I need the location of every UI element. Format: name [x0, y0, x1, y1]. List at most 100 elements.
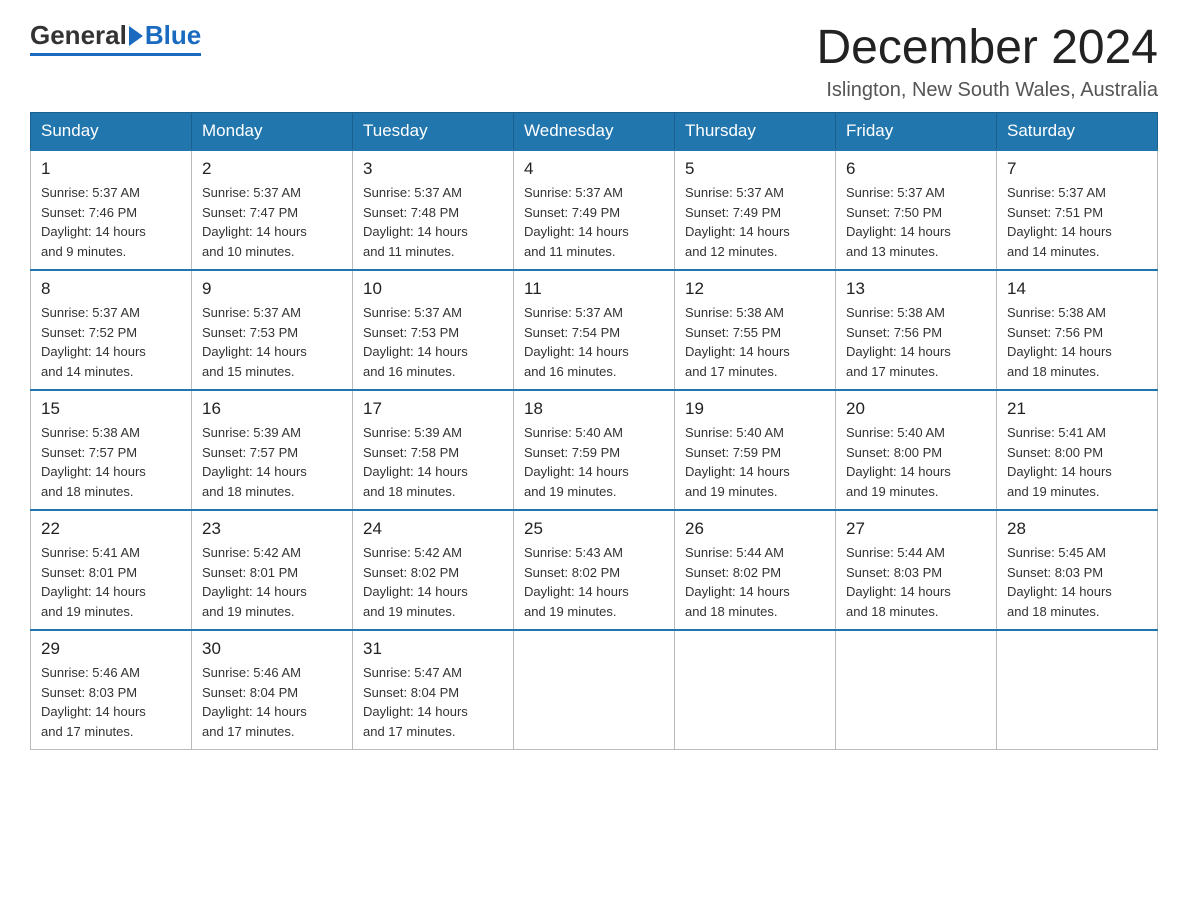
calendar-cell: 23 Sunrise: 5:42 AM Sunset: 8:01 PM Dayl… [192, 510, 353, 630]
day-number: 18 [524, 399, 664, 419]
calendar-cell: 3 Sunrise: 5:37 AM Sunset: 7:48 PM Dayli… [353, 150, 514, 270]
day-number: 29 [41, 639, 181, 659]
day-info: Sunrise: 5:37 AM Sunset: 7:46 PM Dayligh… [41, 183, 181, 261]
day-info: Sunrise: 5:42 AM Sunset: 8:01 PM Dayligh… [202, 543, 342, 621]
day-info: Sunrise: 5:38 AM Sunset: 7:57 PM Dayligh… [41, 423, 181, 501]
calendar-cell: 10 Sunrise: 5:37 AM Sunset: 7:53 PM Dayl… [353, 270, 514, 390]
day-info: Sunrise: 5:37 AM Sunset: 7:51 PM Dayligh… [1007, 183, 1147, 261]
calendar-cell: 14 Sunrise: 5:38 AM Sunset: 7:56 PM Dayl… [997, 270, 1158, 390]
day-info: Sunrise: 5:45 AM Sunset: 8:03 PM Dayligh… [1007, 543, 1147, 621]
day-number: 31 [363, 639, 503, 659]
day-info: Sunrise: 5:40 AM Sunset: 7:59 PM Dayligh… [685, 423, 825, 501]
calendar-cell: 2 Sunrise: 5:37 AM Sunset: 7:47 PM Dayli… [192, 150, 353, 270]
day-number: 12 [685, 279, 825, 299]
calendar-cell: 21 Sunrise: 5:41 AM Sunset: 8:00 PM Dayl… [997, 390, 1158, 510]
location-label: Islington, New South Wales, Australia [816, 79, 1158, 102]
logo-blue-text: Blue [145, 20, 201, 51]
day-number: 28 [1007, 519, 1147, 539]
header-tuesday: Tuesday [353, 113, 514, 151]
calendar-cell: 16 Sunrise: 5:39 AM Sunset: 7:57 PM Dayl… [192, 390, 353, 510]
day-number: 14 [1007, 279, 1147, 299]
calendar-cell: 28 Sunrise: 5:45 AM Sunset: 8:03 PM Dayl… [997, 510, 1158, 630]
title-section: December 2024 Islington, New South Wales… [816, 20, 1158, 102]
day-info: Sunrise: 5:37 AM Sunset: 7:50 PM Dayligh… [846, 183, 986, 261]
calendar-header-row: SundayMondayTuesdayWednesdayThursdayFrid… [31, 113, 1158, 151]
day-number: 6 [846, 159, 986, 179]
calendar-cell: 20 Sunrise: 5:40 AM Sunset: 8:00 PM Dayl… [836, 390, 997, 510]
week-row-2: 8 Sunrise: 5:37 AM Sunset: 7:52 PM Dayli… [31, 270, 1158, 390]
day-number: 30 [202, 639, 342, 659]
day-info: Sunrise: 5:37 AM Sunset: 7:47 PM Dayligh… [202, 183, 342, 261]
day-number: 27 [846, 519, 986, 539]
day-info: Sunrise: 5:40 AM Sunset: 8:00 PM Dayligh… [846, 423, 986, 501]
day-number: 17 [363, 399, 503, 419]
calendar-cell: 31 Sunrise: 5:47 AM Sunset: 8:04 PM Dayl… [353, 630, 514, 750]
day-number: 13 [846, 279, 986, 299]
day-info: Sunrise: 5:41 AM Sunset: 8:01 PM Dayligh… [41, 543, 181, 621]
week-row-4: 22 Sunrise: 5:41 AM Sunset: 8:01 PM Dayl… [31, 510, 1158, 630]
calendar-cell: 26 Sunrise: 5:44 AM Sunset: 8:02 PM Dayl… [675, 510, 836, 630]
day-number: 11 [524, 279, 664, 299]
day-number: 10 [363, 279, 503, 299]
week-row-3: 15 Sunrise: 5:38 AM Sunset: 7:57 PM Dayl… [31, 390, 1158, 510]
calendar-cell: 8 Sunrise: 5:37 AM Sunset: 7:52 PM Dayli… [31, 270, 192, 390]
header-sunday: Sunday [31, 113, 192, 151]
day-info: Sunrise: 5:44 AM Sunset: 8:02 PM Dayligh… [685, 543, 825, 621]
calendar-cell: 22 Sunrise: 5:41 AM Sunset: 8:01 PM Dayl… [31, 510, 192, 630]
header-friday: Friday [836, 113, 997, 151]
day-number: 3 [363, 159, 503, 179]
logo-underline [30, 53, 201, 56]
calendar-cell [997, 630, 1158, 750]
calendar-cell: 9 Sunrise: 5:37 AM Sunset: 7:53 PM Dayli… [192, 270, 353, 390]
header-saturday: Saturday [997, 113, 1158, 151]
calendar-cell: 5 Sunrise: 5:37 AM Sunset: 7:49 PM Dayli… [675, 150, 836, 270]
day-number: 25 [524, 519, 664, 539]
calendar-cell: 27 Sunrise: 5:44 AM Sunset: 8:03 PM Dayl… [836, 510, 997, 630]
day-number: 19 [685, 399, 825, 419]
calendar-cell [675, 630, 836, 750]
day-info: Sunrise: 5:43 AM Sunset: 8:02 PM Dayligh… [524, 543, 664, 621]
day-number: 7 [1007, 159, 1147, 179]
day-info: Sunrise: 5:44 AM Sunset: 8:03 PM Dayligh… [846, 543, 986, 621]
day-number: 16 [202, 399, 342, 419]
calendar-cell: 7 Sunrise: 5:37 AM Sunset: 7:51 PM Dayli… [997, 150, 1158, 270]
calendar-table: SundayMondayTuesdayWednesdayThursdayFrid… [30, 112, 1158, 750]
day-info: Sunrise: 5:39 AM Sunset: 7:57 PM Dayligh… [202, 423, 342, 501]
day-number: 23 [202, 519, 342, 539]
day-info: Sunrise: 5:37 AM Sunset: 7:49 PM Dayligh… [685, 183, 825, 261]
calendar-cell: 4 Sunrise: 5:37 AM Sunset: 7:49 PM Dayli… [514, 150, 675, 270]
day-number: 21 [1007, 399, 1147, 419]
day-number: 1 [41, 159, 181, 179]
day-info: Sunrise: 5:37 AM Sunset: 7:49 PM Dayligh… [524, 183, 664, 261]
calendar-cell: 29 Sunrise: 5:46 AM Sunset: 8:03 PM Dayl… [31, 630, 192, 750]
calendar-cell: 13 Sunrise: 5:38 AM Sunset: 7:56 PM Dayl… [836, 270, 997, 390]
page-header: General Blue December 2024 Islington, Ne… [30, 20, 1158, 102]
logo-general-text: General [30, 20, 127, 51]
day-number: 20 [846, 399, 986, 419]
logo: General Blue [30, 20, 201, 56]
day-number: 22 [41, 519, 181, 539]
day-info: Sunrise: 5:38 AM Sunset: 7:56 PM Dayligh… [846, 303, 986, 381]
logo-arrow-icon [129, 26, 143, 46]
day-number: 24 [363, 519, 503, 539]
calendar-cell: 15 Sunrise: 5:38 AM Sunset: 7:57 PM Dayl… [31, 390, 192, 510]
calendar-cell: 18 Sunrise: 5:40 AM Sunset: 7:59 PM Dayl… [514, 390, 675, 510]
week-row-1: 1 Sunrise: 5:37 AM Sunset: 7:46 PM Dayli… [31, 150, 1158, 270]
month-title: December 2024 [816, 20, 1158, 75]
calendar-cell: 6 Sunrise: 5:37 AM Sunset: 7:50 PM Dayli… [836, 150, 997, 270]
calendar-cell: 24 Sunrise: 5:42 AM Sunset: 8:02 PM Dayl… [353, 510, 514, 630]
day-info: Sunrise: 5:37 AM Sunset: 7:48 PM Dayligh… [363, 183, 503, 261]
day-info: Sunrise: 5:37 AM Sunset: 7:54 PM Dayligh… [524, 303, 664, 381]
day-info: Sunrise: 5:47 AM Sunset: 8:04 PM Dayligh… [363, 663, 503, 741]
day-info: Sunrise: 5:46 AM Sunset: 8:03 PM Dayligh… [41, 663, 181, 741]
day-info: Sunrise: 5:37 AM Sunset: 7:53 PM Dayligh… [363, 303, 503, 381]
calendar-cell [836, 630, 997, 750]
week-row-5: 29 Sunrise: 5:46 AM Sunset: 8:03 PM Dayl… [31, 630, 1158, 750]
day-number: 9 [202, 279, 342, 299]
day-info: Sunrise: 5:41 AM Sunset: 8:00 PM Dayligh… [1007, 423, 1147, 501]
day-number: 26 [685, 519, 825, 539]
calendar-cell: 25 Sunrise: 5:43 AM Sunset: 8:02 PM Dayl… [514, 510, 675, 630]
header-thursday: Thursday [675, 113, 836, 151]
calendar-cell: 1 Sunrise: 5:37 AM Sunset: 7:46 PM Dayli… [31, 150, 192, 270]
day-number: 4 [524, 159, 664, 179]
